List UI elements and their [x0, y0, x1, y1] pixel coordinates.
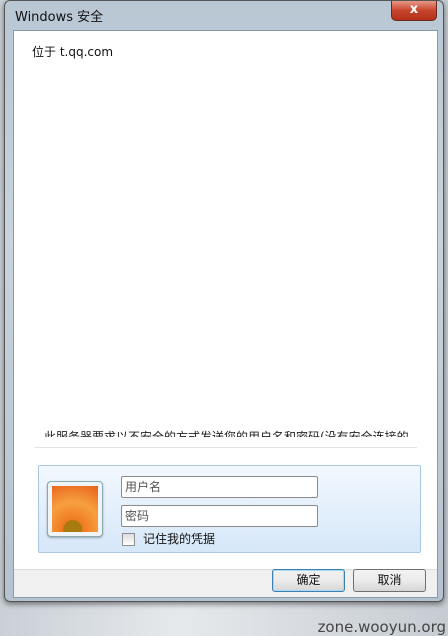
dialog-title: Windows 安全: [15, 10, 104, 25]
dialog-content: 位于 t.qq.com 此服务器要求以不安全的方式发送您的用户名和密码(没有安全…: [13, 30, 438, 598]
cancel-button[interactable]: 取消: [353, 569, 426, 592]
credential-panel[interactable]: 用户名 密码 记住我的凭据: [38, 465, 421, 553]
location-text: 位于 t.qq.com: [32, 45, 114, 59]
close-button[interactable]: x: [391, 1, 437, 21]
remember-checkbox[interactable]: [122, 533, 135, 546]
password-input[interactable]: 密码: [121, 505, 318, 527]
security-dialog: Windows 安全 x 位于 t.qq.com 此服务器要求以不安全的方式发送…: [4, 0, 444, 602]
remember-label[interactable]: 记住我的凭据: [143, 530, 215, 547]
user-avatar: [47, 481, 103, 537]
username-input[interactable]: 用户名: [121, 476, 318, 498]
watermark: zone.wooyun.org: [317, 618, 446, 636]
message-text: 此服务器要求以不安全的方式发送您的用户名和密码(没有安全连接的: [44, 430, 409, 437]
ok-button[interactable]: 确定: [272, 569, 345, 592]
flower-icon: [52, 486, 98, 532]
divider: [34, 447, 417, 448]
